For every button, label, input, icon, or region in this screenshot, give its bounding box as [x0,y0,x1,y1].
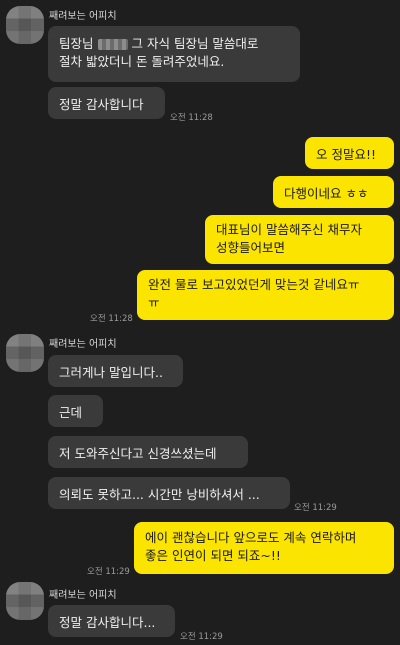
incoming-message[interactable]: 그러게나 말입니다.. [48,355,183,387]
incoming-message[interactable]: 의뢰도 못하고... 시간만 낭비하셔서 ... [48,477,290,509]
avatar[interactable] [6,334,44,372]
message-line: 절차 밟았더니 돈 돌려주었네요. [59,54,225,69]
message-timestamp: 오전 11:28 [90,314,133,324]
message-line: 대표님이 말씀해주신 채무자 [216,222,362,237]
redacted-name [97,39,128,50]
message-line: ㅠ [148,295,160,310]
incoming-message[interactable]: 근데 [48,395,103,427]
message-line: 팀장님 그 자식 팀장님 말씀대로 [59,35,289,53]
message-text: 팀장님 [59,36,94,51]
sender-name: 째려보는 어피치 [49,11,117,22]
sender-name: 째려보는 어피치 [49,339,117,350]
avatar[interactable] [6,582,44,620]
avatar[interactable] [6,6,44,44]
incoming-message[interactable]: 정말 감사합니다... [48,605,175,637]
message-timestamp: 오전 11:29 [294,503,337,513]
message-timestamp: 오전 11:28 [170,113,213,123]
outgoing-message[interactable]: 다행이네요 ㅎㅎ [273,176,394,208]
outgoing-message[interactable]: 완전 물로 보고있었던게 맞는것 같네요ㅠ ㅠ [137,270,394,320]
message-line: 에이 괜찮습니다 앞으로도 계속 연락하며 [145,530,357,545]
message-text: 그 자식 팀장님 말씀대로 [131,36,259,51]
message-timestamp: 오전 11:29 [87,567,130,577]
outgoing-message[interactable]: 대표님이 말씀해주신 채무자 성향들어보면 [205,215,394,264]
outgoing-message[interactable]: 에이 괜찮습니다 앞으로도 계속 연락하며 좋은 인연이 되면 되죠~!! [134,522,394,574]
chat-thread: 째려보는 어피치 팀장님 그 자식 팀장님 말씀대로 절차 밟았더니 돈 돌려주었… [0,0,400,645]
incoming-message[interactable]: 팀장님 그 자식 팀장님 말씀대로 절차 밟았더니 돈 돌려주었네요. [48,26,300,82]
message-line: 성향들어보면 [216,240,286,255]
message-line: 좋은 인연이 되면 되죠~!! [145,548,281,563]
outgoing-message[interactable]: 오 정말요!! [305,137,394,169]
message-timestamp: 오전 11:29 [180,632,223,642]
sender-name: 째려보는 어피치 [49,590,117,601]
incoming-message[interactable]: 저 도와주신다고 신경쓰셨는데 [48,436,248,468]
message-line: 완전 물로 보고있었던게 맞는것 같네요ㅠ [148,277,360,292]
incoming-message[interactable]: 정말 감사합니다 [48,87,165,119]
